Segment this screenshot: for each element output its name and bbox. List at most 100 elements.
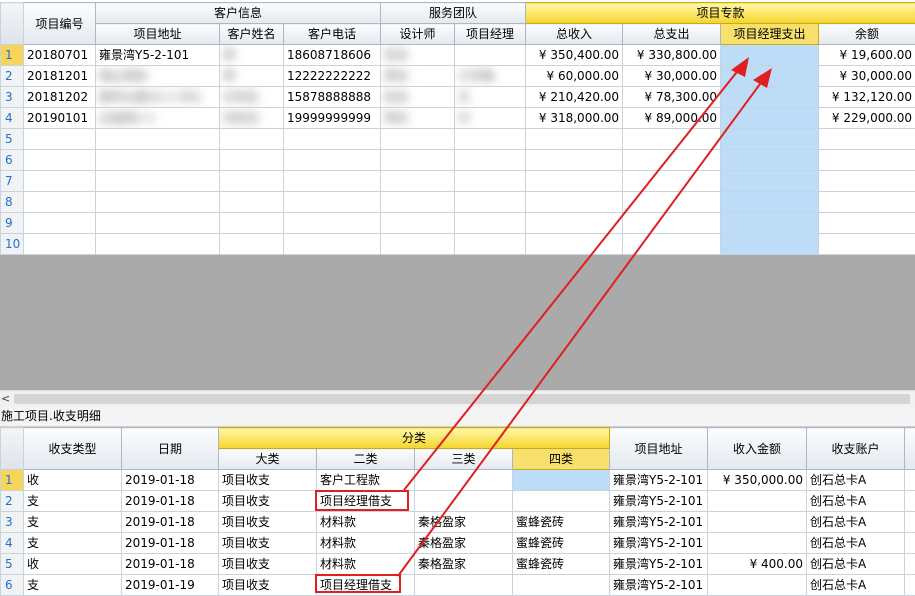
cell-manager[interactable] [455,213,526,234]
table-row[interactable]: 2支2019-01-18项目收支项目经理借支雍景湾Y5-2-101创石总卡A [1,491,915,512]
cell-category-1[interactable]: 项目收支 [219,470,317,491]
header-txn-type[interactable]: 收支类型 [24,428,122,470]
header-client-name[interactable]: 客户姓名 [220,24,284,45]
cell-category-4[interactable] [513,575,610,596]
table-row[interactable]: 5 [1,129,915,150]
grid-corner[interactable] [1,3,24,45]
header-project-number[interactable]: 项目编号 [24,3,96,45]
cell-manager[interactable] [455,171,526,192]
cell-income-amount[interactable] [708,575,807,596]
cell-manager[interactable] [455,150,526,171]
cell-address[interactable] [96,234,220,255]
table-row[interactable]: 120180701雍景湾Y5-2-101李18608718606任总¥ 350,… [1,45,915,66]
horizontal-scrollbar[interactable]: < [0,390,915,407]
row-number[interactable]: 8 [1,192,24,213]
grid-corner[interactable] [1,428,24,470]
cell-income-amount[interactable] [708,533,807,554]
cell-category-2[interactable]: 材料款 [317,512,415,533]
table-row[interactable]: 220181201观山项目李12222222222李总江华格¥ 60,000.0… [1,66,915,87]
cell-project-address[interactable]: 雍景湾Y5-2-101 [610,512,708,533]
cell-date[interactable]: 2019-01-18 [122,533,219,554]
scroll-left-icon[interactable]: < [1,391,10,407]
cell-project-number[interactable] [24,171,96,192]
cell-client-phone[interactable] [284,213,381,234]
cell-designer[interactable]: 李总 [381,108,455,129]
table-row[interactable]: 6支2019-01-19项目收支项目经理借支雍景湾Y5-2-101创石总卡A [1,575,915,596]
cell-balance[interactable]: ¥ 132,120.00 [819,87,915,108]
cell-manager-expense[interactable] [721,87,819,108]
header-account[interactable]: 收支账户 [807,428,905,470]
cell-date[interactable]: 2019-01-18 [122,512,219,533]
cell-project-number[interactable] [24,192,96,213]
cell-account[interactable]: 创石总卡A [807,491,905,512]
cell-account[interactable]: 创石总卡A [807,470,905,491]
cell-designer[interactable] [381,234,455,255]
cell-account[interactable]: 创石总卡A [807,554,905,575]
cell-total-income[interactable]: ¥ 210,420.00 [526,87,623,108]
cell-designer[interactable] [381,171,455,192]
cell-account[interactable]: 创石总卡A [807,512,905,533]
cell-client-name[interactable]: 刘先生 [220,108,284,129]
cell-client-phone[interactable]: 18608718606 [284,45,381,66]
cell-extra[interactable] [905,554,915,575]
table-row[interactable]: 320181202银河公园15-1-501王先生15878888888任总王¥ … [1,87,915,108]
cell-manager-expense[interactable] [721,66,819,87]
cell-txn-type[interactable]: 收 [24,470,122,491]
cell-total-expense[interactable]: ¥ 330,800.00 [623,45,721,66]
cell-category-3[interactable] [415,470,513,491]
cell-total-expense[interactable]: ¥ 78,300.00 [623,87,721,108]
cell-manager-expense[interactable] [721,192,819,213]
cell-category-1[interactable]: 项目收支 [219,491,317,512]
cell-category-1[interactable]: 项目收支 [219,554,317,575]
row-number[interactable]: 2 [1,491,24,512]
cell-total-expense[interactable]: ¥ 30,000.00 [623,66,721,87]
cell-txn-type[interactable]: 支 [24,533,122,554]
cell-designer[interactable]: 李总 [381,66,455,87]
cell-txn-type[interactable]: 支 [24,491,122,512]
cell-client-name[interactable] [220,171,284,192]
cell-category-4[interactable] [513,470,610,491]
row-number[interactable]: 1 [1,470,24,491]
cell-manager[interactable] [455,234,526,255]
cell-project-number[interactable] [24,150,96,171]
cell-client-name[interactable] [220,192,284,213]
cell-project-number[interactable] [24,213,96,234]
cell-balance[interactable] [819,129,915,150]
cell-manager-expense[interactable] [721,213,819,234]
cell-client-name[interactable] [220,213,284,234]
cell-category-3[interactable] [415,491,513,512]
cell-category-1[interactable]: 项目收支 [219,533,317,554]
cell-category-4[interactable] [513,491,610,512]
header-total-income[interactable]: 总收入 [526,24,623,45]
row-number[interactable]: 5 [1,129,24,150]
header-manager-expense[interactable]: 项目经理支出 [721,24,819,45]
table-row[interactable]: 1收2019-01-18项目收支客户工程款雍景湾Y5-2-101¥ 350,00… [1,470,915,491]
cell-address[interactable] [96,150,220,171]
cell-category-3[interactable] [415,575,513,596]
cell-balance[interactable] [819,150,915,171]
header-designer[interactable]: 设计师 [381,24,455,45]
cell-client-phone[interactable] [284,171,381,192]
row-number[interactable]: 6 [1,575,24,596]
cell-client-name[interactable] [220,234,284,255]
cell-date[interactable]: 2019-01-18 [122,470,219,491]
cell-address[interactable] [96,192,220,213]
cell-project-number[interactable]: 20180701 [24,45,96,66]
scrollbar-thumb[interactable] [14,394,910,404]
cell-balance[interactable]: ¥ 19,600.00 [819,45,915,66]
table-row[interactable]: 6 [1,150,915,171]
row-number[interactable]: 10 [1,234,24,255]
cell-client-phone[interactable] [284,129,381,150]
cell-extra[interactable] [905,512,915,533]
cell-client-phone[interactable]: 15878888888 [284,87,381,108]
cell-manager-expense[interactable] [721,234,819,255]
header-date[interactable]: 日期 [122,428,219,470]
row-number[interactable]: 1 [1,45,24,66]
cell-category-1[interactable]: 项目收支 [219,512,317,533]
cell-total-expense[interactable] [623,234,721,255]
row-number[interactable]: 6 [1,150,24,171]
cell-project-address[interactable]: 雍景湾Y5-2-101 [610,575,708,596]
cell-income-amount[interactable]: ¥ 350,000.00 [708,470,807,491]
cell-account[interactable]: 创石总卡A [807,575,905,596]
cell-manager-expense[interactable] [721,108,819,129]
